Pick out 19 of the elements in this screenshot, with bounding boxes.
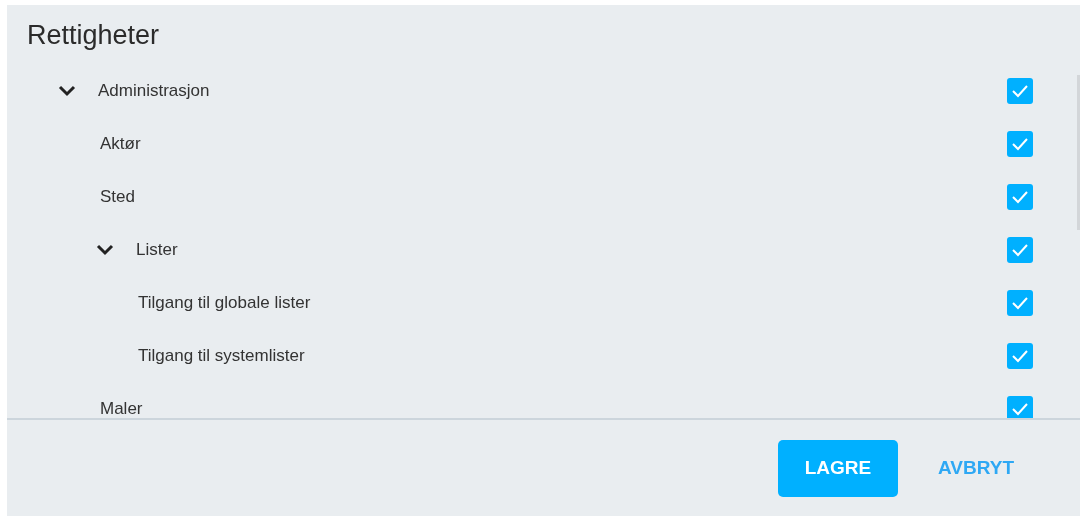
checkbox[interactable]	[1007, 183, 1033, 210]
checkbox[interactable]	[1007, 130, 1033, 157]
tree-item-label: Sted	[100, 186, 136, 207]
checkbox[interactable]	[1007, 77, 1033, 104]
tree-item-label: Tilgang til systemlister	[138, 345, 306, 366]
checkbox[interactable]	[1007, 395, 1033, 418]
chevron-down-icon[interactable]	[95, 242, 115, 257]
dialog-title: Rettigheter	[26, 19, 161, 52]
checkbox[interactable]	[1007, 236, 1033, 263]
chevron-down-icon[interactable]	[57, 83, 77, 98]
checkbox[interactable]	[1007, 342, 1033, 369]
save-button[interactable]: LAGRE	[778, 439, 898, 497]
checkbox[interactable]	[1007, 289, 1033, 316]
cancel-button[interactable]: AVBRYT	[924, 439, 1028, 497]
tree-item-label: Lister	[136, 239, 179, 260]
tree-item-label: Administrasjon	[98, 80, 211, 101]
tree-item-label: Maler	[100, 398, 144, 418]
tree-item-label: Aktør	[100, 133, 142, 154]
tree-item-label: Tilgang til globale lister	[138, 292, 312, 313]
